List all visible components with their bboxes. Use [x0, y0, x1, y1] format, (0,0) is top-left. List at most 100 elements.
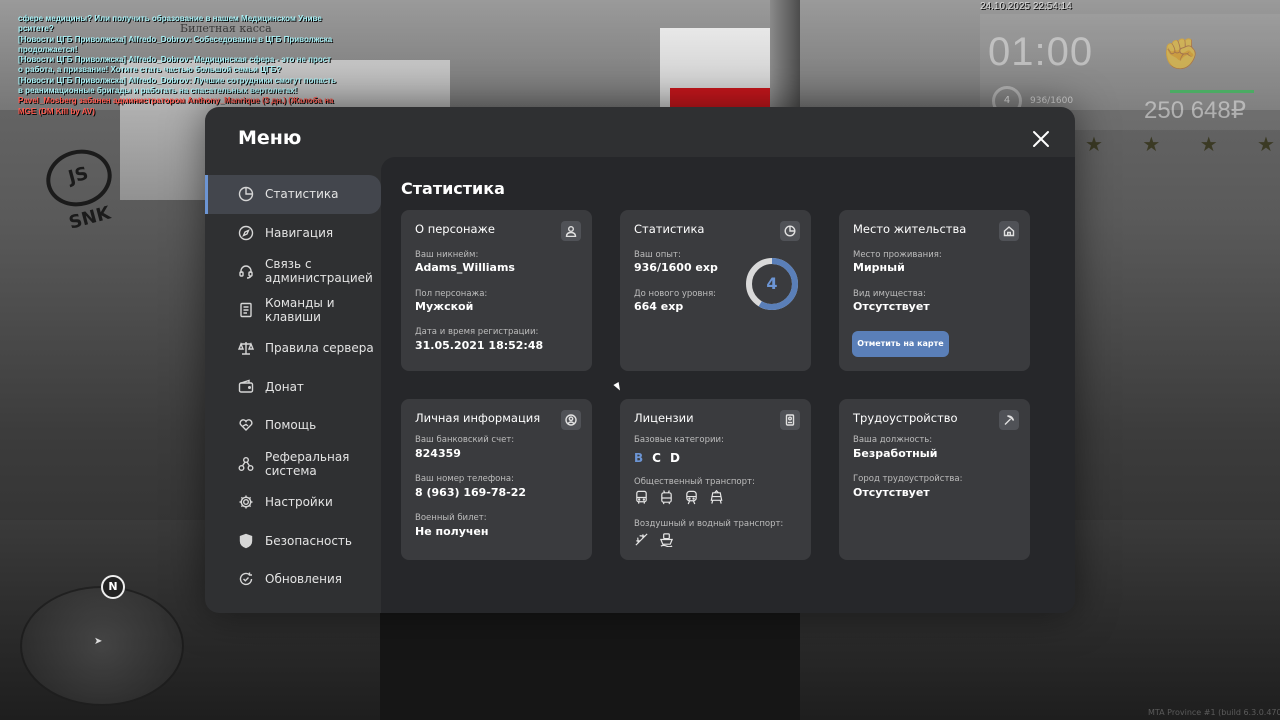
close-icon — [1033, 131, 1049, 147]
field-label: Ваш номер телефона: — [415, 474, 514, 484]
document-icon — [238, 302, 254, 318]
id-badge-icon — [780, 410, 800, 430]
sidebar-item-referral[interactable]: Реферальная система — [205, 445, 381, 484]
employment-city-value: Отсутствует — [853, 486, 930, 499]
card-title: Трудоустройство — [853, 411, 958, 425]
bank-account-value: 824359 — [415, 447, 461, 460]
chat-line: о работа, а призвание! Хотите стать част… — [18, 65, 282, 75]
sidebar-item-label: Статистика — [265, 187, 339, 202]
close-button[interactable] — [1029, 127, 1053, 151]
field-label: Военный билет: — [415, 513, 487, 523]
chat-line: рситете? — [18, 24, 54, 34]
sidebar-item-label: Настройки — [265, 495, 333, 510]
card-title: Статистика — [634, 222, 705, 236]
personal-card: Личная информация Ваш банковский счет: 8… — [401, 399, 592, 560]
player-arrow-icon: ➤ — [94, 636, 103, 647]
sidebar-item-security[interactable]: Безопасность — [205, 522, 381, 561]
wanted-star-icon: ★ — [1142, 132, 1161, 156]
sidebar-item-label: Донат — [265, 379, 304, 394]
trolleybus-icon — [659, 490, 674, 505]
sidebar-item-label: Команды и клавиши — [265, 295, 335, 324]
referral-icon — [238, 456, 254, 472]
sidebar-item-label: Связь с администрацией — [265, 257, 373, 286]
sidebar-item-label: Навигация — [265, 225, 334, 240]
sidebar-item-statistics[interactable]: Статистика — [205, 175, 381, 214]
sidebar-item-label: Реферальная система — [265, 449, 350, 478]
sidebar-item-settings[interactable]: Настройки — [205, 483, 381, 522]
character-card: О персонаже Ваш никнейм: Adams_Williams … — [401, 210, 592, 371]
hud-money: 250 648₽ — [1144, 97, 1247, 124]
field-label: Пол персонажа: — [415, 289, 488, 299]
chat-line: Pavel_Mosberg забанен администратором An… — [18, 96, 334, 106]
license-category-b: B — [634, 451, 644, 465]
exp-value: 936/1600 exp — [634, 261, 718, 274]
home-icon — [999, 221, 1019, 241]
wanted-star-icon: ★ — [1257, 132, 1275, 156]
shield-icon — [238, 533, 254, 549]
server-watermark: MTA Province #1 (build 6.3.0.4700) — [1148, 708, 1280, 717]
chat-line: [Новости ЦГБ Приволжска] Alfredo_Dobrov:… — [18, 55, 332, 65]
card-title: Личная информация — [415, 411, 541, 425]
property-value: Отсутствует — [853, 300, 930, 313]
sidebar-item-commands[interactable]: Команды и клавиши — [205, 291, 381, 330]
residence-value: Мирный — [853, 261, 905, 274]
chat-line: продолжается! — [18, 44, 78, 54]
license-category-c: C — [652, 451, 661, 465]
boat-icon — [659, 532, 674, 548]
pie-chart-icon — [780, 221, 800, 241]
field-label: Воздушный и водный транспорт: — [634, 519, 784, 529]
scales-icon — [237, 340, 255, 356]
license-categories: B C D — [634, 451, 680, 465]
sidebar-item-label: Обновления — [265, 572, 343, 587]
field-label: Ваша должность: — [853, 435, 933, 445]
next-level-value: 664 exp — [634, 300, 684, 313]
sidebar-item-updates[interactable]: Обновления — [205, 560, 381, 599]
headset-icon — [238, 263, 254, 279]
wanted-star-icon: ★ — [1085, 132, 1103, 156]
kiosk-red-strip — [670, 88, 780, 108]
user-icon — [561, 221, 581, 241]
card-title: Место жительства — [853, 222, 967, 236]
bus-icon — [634, 490, 649, 505]
wanted-star-icon: ★ — [1199, 132, 1218, 156]
sidebar-item-navigation[interactable]: Навигация — [205, 214, 381, 253]
sidebar-item-label: Помощь — [265, 418, 317, 433]
train-icon — [684, 490, 699, 505]
north-indicator-icon: N — [101, 575, 125, 599]
licenses-card: Лицензии Базовые категории: B C D Общест… — [620, 399, 811, 560]
stats-card: Статистика Ваш опыт: 936/1600 exp До нов… — [620, 210, 811, 371]
plane-icon — [634, 532, 649, 547]
field-label: До нового уровня: — [634, 289, 717, 299]
employment-card: Трудоустройство Ваша должность: Безработ… — [839, 399, 1030, 560]
field-label: Вид имущества: — [853, 289, 926, 299]
wallet-icon — [238, 379, 254, 395]
card-title: О персонаже — [415, 222, 495, 236]
field-label: Общественный транспорт: — [634, 477, 755, 487]
pie-chart-icon — [238, 186, 254, 202]
hud-datetime: 24.10.2025 22:54:14 — [980, 1, 1072, 12]
residence-card: Место жительства Место проживания: Мирны… — [839, 210, 1030, 371]
graffiti-logo: JS SNK — [39, 142, 119, 234]
hud-exp: 936/1600 — [1030, 96, 1074, 106]
card-title: Лицензии — [634, 411, 694, 425]
sidebar-item-help[interactable]: Помощь — [205, 406, 381, 445]
tram-icon — [709, 489, 724, 505]
fist-weapon-icon: ✊ — [1162, 37, 1200, 72]
sidebar-item-rules[interactable]: Правила сервера — [205, 329, 381, 368]
position-value: Безработный — [853, 447, 938, 460]
pickaxe-icon — [999, 410, 1019, 430]
phone-value: 8 (963) 169-78-22 — [415, 486, 527, 499]
public-transport-icons — [634, 489, 724, 505]
gear-icon — [238, 494, 254, 510]
sidebar-item-contact-admin[interactable]: Связь с администрацией — [205, 252, 381, 291]
menu-title: Меню — [238, 127, 302, 149]
page-title: Статистика — [401, 179, 505, 198]
menu-sidebar: Статистика Навигация Связь с администрац… — [205, 175, 381, 599]
sidebar-item-label: Безопасность — [265, 533, 352, 548]
registration-value: 31.05.2021 18:52:48 — [415, 339, 544, 352]
air-water-transport-icons — [634, 532, 674, 548]
sidebar-item-donate[interactable]: Донат — [205, 368, 381, 407]
refresh-check-icon — [238, 571, 254, 587]
mark-on-map-button[interactable]: Отметить на карте — [852, 331, 949, 357]
user-circle-icon — [561, 410, 581, 430]
